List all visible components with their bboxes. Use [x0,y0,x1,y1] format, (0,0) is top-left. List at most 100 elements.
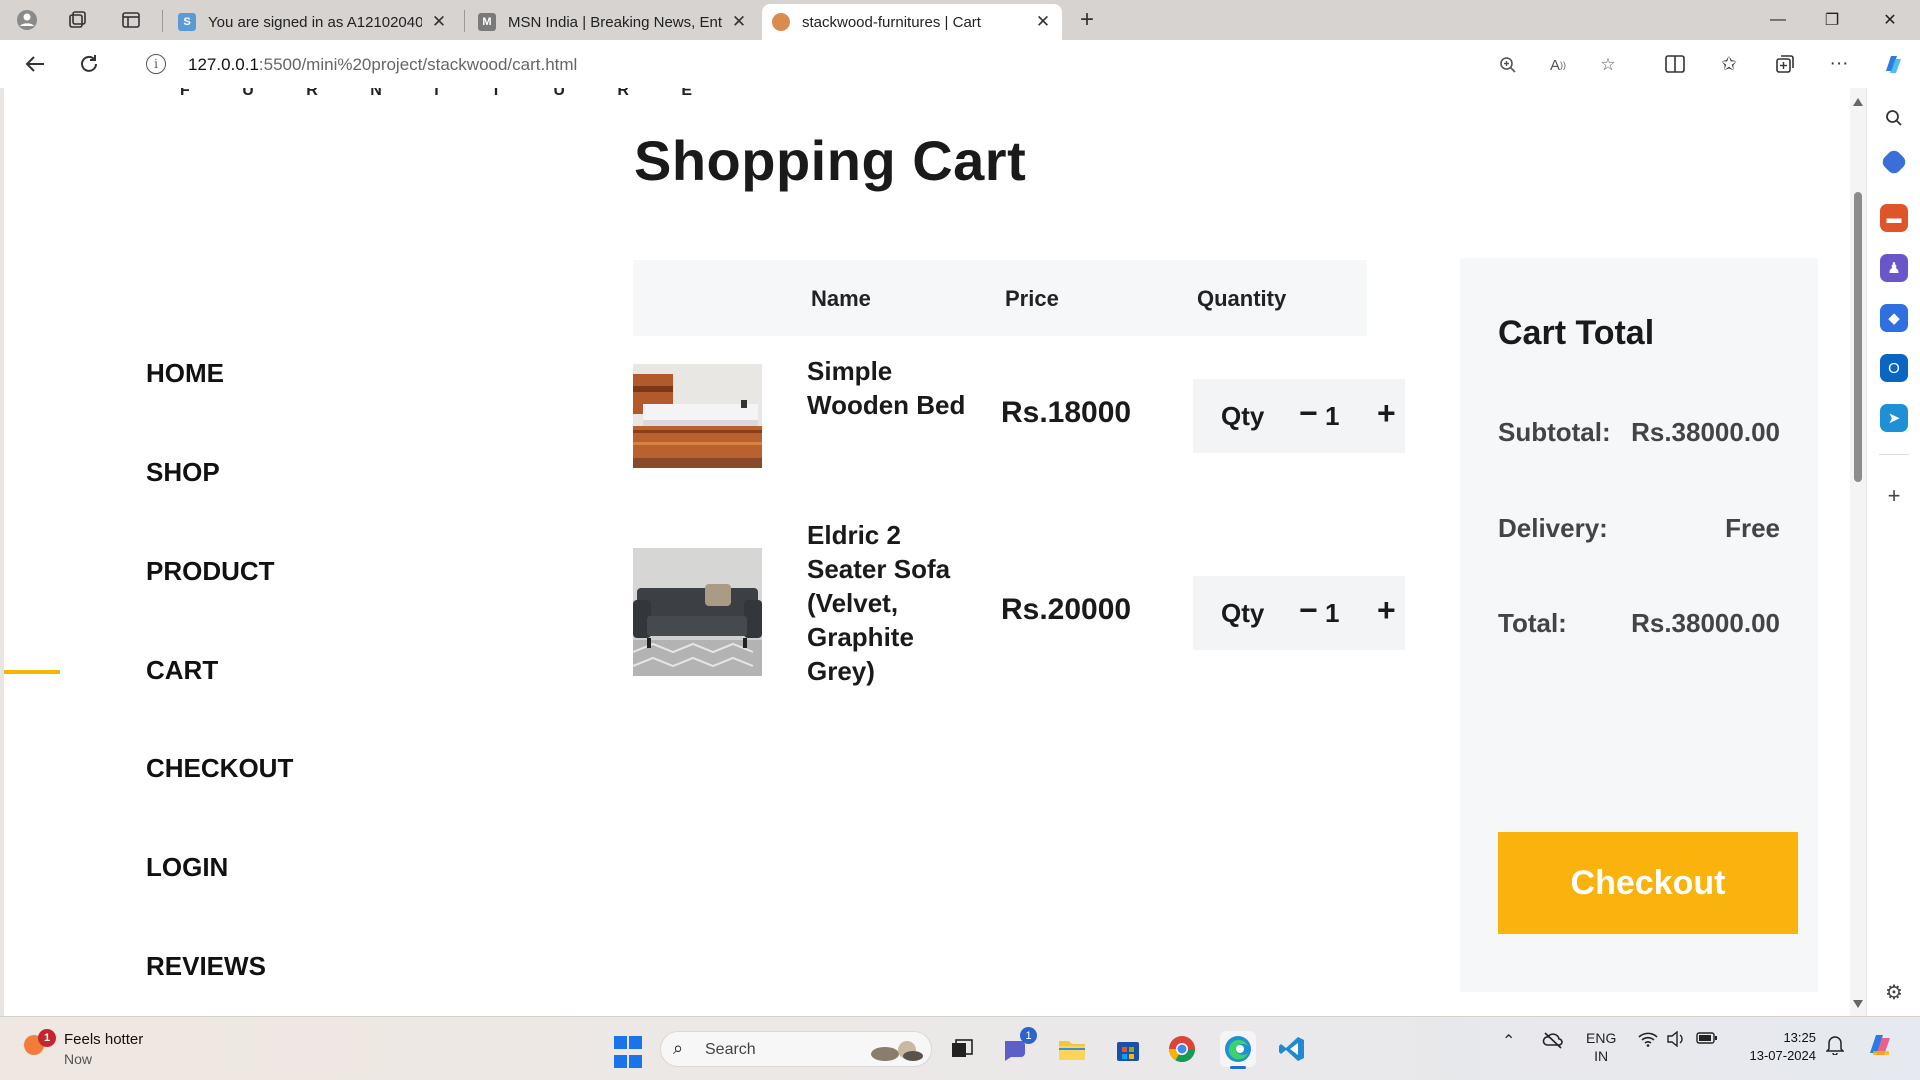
tab-signed-in[interactable]: S You are signed in as A121020406 ✕ [168,4,458,40]
tab-separator [464,10,465,32]
weather-alert-badge: 1 [38,1029,56,1047]
page-viewport: F U R N I T U R E HOME SHOP PRODUCT CART… [4,88,1850,1016]
decrease-qty-button[interactable]: − [1299,395,1318,432]
menu-item-home[interactable]: HOME [146,358,224,389]
menu-item-product[interactable]: PRODUCT [146,556,275,587]
menu-item-checkout[interactable]: CHECKOUT [146,753,293,784]
taskbar-search-input[interactable]: ⌕ Search [660,1031,932,1067]
workspaces-icon[interactable] [64,8,90,32]
scroll-thumb[interactable] [1854,192,1862,482]
url-text[interactable]: 127.0.0.1:5500/mini%20project/stackwood/… [188,55,577,75]
delivery-label: Delivery: [1498,513,1608,543]
address-bar-row: i 127.0.0.1:5500/mini%20project/stackwoo… [0,40,1920,88]
refresh-icon[interactable] [74,50,104,78]
sofa-product-image[interactable] [633,548,762,676]
menu-item-cart[interactable]: CART [146,655,218,686]
product-price: Rs.20000 [1001,593,1132,626]
games-icon[interactable]: ♟ [1880,254,1908,282]
qty-label: Qty [1221,401,1265,431]
vscode-icon[interactable] [1274,1031,1310,1067]
outlook-icon[interactable]: O [1880,354,1908,382]
microsoft-365-icon[interactable]: ◆ [1880,304,1908,332]
tab-title: You are signed in as A121020406 [208,13,422,31]
zoom-icon[interactable] [1494,52,1522,78]
favorite-star-icon[interactable]: ☆ [1594,52,1622,78]
copilot-icon[interactable] [1878,50,1908,78]
site-logo-partial: F U R N I T U R E [180,88,716,99]
region-code: IN [1594,1048,1609,1064]
scroll-up-arrow-icon[interactable] [1853,98,1863,106]
menu-item-reviews[interactable]: REVIEWS [146,951,266,982]
bed-product-image[interactable] [633,364,762,468]
copilot-taskbar-icon[interactable] [1864,1029,1896,1064]
cart-total-panel: Cart Total Subtotal: Rs.38000.00 Deliver… [1460,258,1818,992]
page-scrollbar[interactable] [1850,88,1866,1016]
increase-qty-button[interactable]: + [1377,395,1396,432]
notifications-bell-icon[interactable] [1825,1035,1845,1058]
wifi-icon[interactable] [1638,1031,1658,1050]
shopping-tag-icon[interactable] [1879,147,1909,177]
tools-briefcase-icon[interactable]: ▬ [1880,204,1908,232]
decrease-qty-button[interactable]: − [1299,592,1318,629]
language-code: ENG [1586,1030,1617,1046]
column-header-quantity: Quantity [1197,286,1287,311]
task-view-icon[interactable] [944,1031,980,1067]
battery-icon[interactable] [1696,1031,1718,1048]
site-info-icon[interactable]: i [146,54,166,74]
send-drop-icon[interactable]: ➤ [1880,404,1908,432]
cart-table-header: Name Price Quantity [633,260,1367,336]
volume-icon[interactable] [1666,1030,1686,1050]
file-explorer-icon[interactable] [1054,1031,1090,1067]
edge-browser-icon[interactable] [1220,1031,1256,1069]
menu-item-shop[interactable]: SHOP [146,457,220,488]
product-name[interactable]: Eldric 2 Seater Sofa (Velvet, Graphite G… [807,518,967,688]
search-icon[interactable] [1880,104,1908,132]
url-path: :5500/mini%20project/stackwood/cart.html [258,55,578,74]
new-tab-button[interactable]: + [1072,6,1102,34]
add-sidebar-app-icon[interactable]: + [1880,482,1908,510]
delivery-value: Free [1725,513,1780,543]
weather-subtitle: Now [64,1051,93,1067]
total-label: Total: [1498,608,1567,638]
url-field[interactable]: i 127.0.0.1:5500/mini%20project/stackwoo… [126,46,1642,82]
chrome-icon[interactable] [1164,1031,1200,1067]
sidebar-settings-gear-icon[interactable]: ⚙ [1880,978,1908,1006]
s-favicon-icon: S [178,13,196,31]
collections-icon[interactable] [1770,50,1800,78]
close-window-button[interactable]: ✕ [1870,6,1910,34]
minimize-button[interactable]: — [1758,6,1798,34]
tab-msn[interactable]: M MSN India | Breaking News, Entertainme… [468,4,758,40]
maximize-button[interactable]: ❐ [1812,6,1852,34]
qty-value: 1 [1325,401,1340,431]
active-app-indicator [1230,1066,1246,1069]
tab-title: MSN India | Breaking News, Entertainment [508,13,722,31]
clock-time: 13:25 [1783,1030,1816,1045]
close-tab-icon[interactable]: ✕ [1034,12,1052,32]
menu-item-login[interactable]: LOGIN [146,852,228,883]
tab-cart-active[interactable]: stackwood-furnitures | Cart ✕ [762,4,1062,40]
increase-qty-button[interactable]: + [1377,592,1396,629]
scroll-down-arrow-icon[interactable] [1853,1000,1863,1008]
product-price: Rs.18000 [1001,396,1132,429]
search-icon: ⌕ [673,1038,684,1058]
onedrive-offline-icon[interactable] [1542,1031,1564,1052]
close-tab-icon[interactable]: ✕ [430,12,448,32]
system-clock[interactable]: 13:25 13-07-2024 [1736,1029,1817,1065]
read-aloud-icon[interactable]: A)) [1544,52,1572,78]
windows-start-icon[interactable] [610,1034,646,1070]
favorites-icon[interactable]: ✩ [1714,50,1744,78]
checkout-button[interactable]: Checkout [1498,832,1798,934]
product-name[interactable]: Simple Wooden Bed [807,354,967,422]
more-menu-icon[interactable]: ··· [1824,50,1854,78]
search-highlight-icon [871,1041,923,1061]
cart-total-title: Cart Total [1498,314,1655,352]
close-tab-icon[interactable]: ✕ [730,12,748,32]
language-indicator[interactable]: ENG IN [1586,1029,1616,1065]
back-arrow-icon[interactable] [20,50,50,78]
tab-actions-icon[interactable] [118,8,144,32]
split-screen-icon[interactable] [1660,50,1690,78]
microsoft-store-icon[interactable] [1110,1031,1146,1067]
show-hidden-icons-chevron-icon[interactable]: ⌃ [1502,1031,1515,1051]
teams-chat-icon[interactable]: 1 [998,1027,1037,1067]
profile-icon[interactable] [14,8,40,32]
